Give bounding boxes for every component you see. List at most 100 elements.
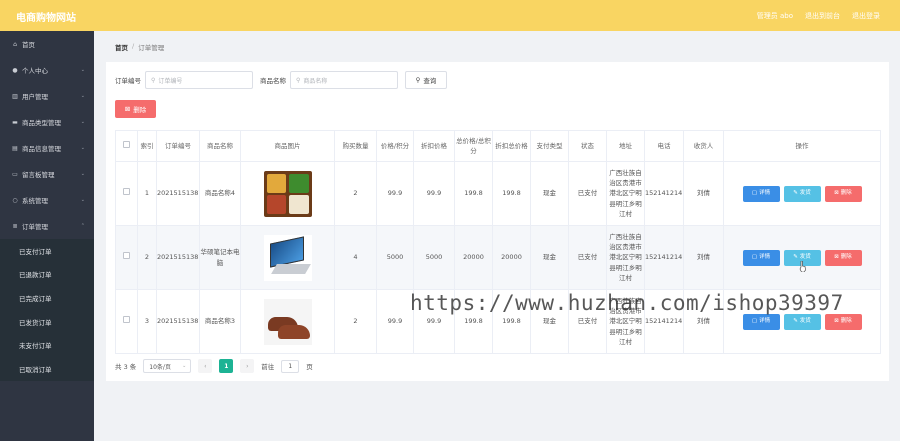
ship-label: 发货 (799, 318, 811, 325)
user-icon: ● (12, 66, 18, 74)
row-checkbox[interactable] (123, 188, 130, 196)
batch-delete-label: 删除 (133, 106, 147, 114)
cell-actions: ▢ 详情 ✎ 发货 ⊠ 删除 (723, 289, 881, 354)
chevron-down-icon: ⌄ (80, 119, 85, 125)
delete-button[interactable]: ⊠ 删除 (824, 249, 862, 266)
goto-page-input[interactable]: 1 (281, 359, 300, 373)
sidebar-item-products[interactable]: ▤ 商品信息管理 ⌄ (0, 135, 94, 161)
cell-address: 广西壮族自治区贵港市港北区宁明县明江乡明江村 (606, 289, 645, 354)
ship-button[interactable]: ✎ 发货 (783, 313, 821, 330)
edit-icon: ✎ (793, 318, 798, 325)
header-select-all[interactable] (115, 130, 138, 162)
sidebar-item-users[interactable]: ▥ 用户管理 ⌄ (0, 83, 94, 109)
cell-price: 99.9 (376, 289, 414, 354)
cell-address: 广西壮族自治区贵港市港北区宁明县明江乡明江村 (606, 161, 645, 226)
query-button[interactable]: ⚲ 查询 (405, 71, 447, 89)
search-icon: ⚲ (415, 76, 421, 84)
cell-image (240, 161, 335, 226)
cell-order-no: 2021515138746185763 (156, 161, 200, 226)
chevron-down-icon: ⌄ (182, 363, 187, 369)
sidebar-item-profile[interactable]: ● 个人中心 ⌄ (0, 57, 94, 83)
column-header: 商品图片 (240, 130, 335, 162)
detail-button[interactable]: ▢ 详情 (742, 185, 780, 202)
chevron-down-icon: ⌄ (80, 197, 85, 203)
page-number[interactable]: 1 (219, 359, 234, 373)
sidebar-subitem-unpaid[interactable]: 未支付订单 (0, 333, 94, 357)
sidebar-subitem-refunded[interactable]: 已退款订单 (0, 263, 94, 287)
orders-table: 索引 订单编号 商品名称 商品图片 购买数量 价格/积分 折扣价格 总价格/总积… (115, 130, 881, 354)
column-header: 折扣价格 (413, 130, 455, 162)
detail-button[interactable]: ▢ 详情 (742, 313, 780, 330)
detail-icon: ▢ (751, 318, 758, 325)
sidebar-item-label: 首页 (22, 41, 35, 49)
cell-index: 1 (137, 161, 157, 226)
sidebar-subitem-completed[interactable]: 已完成订单 (0, 286, 94, 310)
cell-discount-price: 99.9 (413, 289, 455, 354)
product-name-input[interactable]: ⚲ 商品名称 (290, 71, 398, 89)
sidebar-item-system[interactable]: ○ 系统管理 ⌄ (0, 187, 94, 213)
mouse-cursor-icon (799, 261, 806, 272)
sidebar-subitem-paid[interactable]: 已支付订单 (0, 239, 94, 263)
delete-button[interactable]: ⊠ 删除 (824, 185, 862, 202)
cell-status: 已支付 (568, 289, 607, 354)
ship-button[interactable]: ✎ 发货 (783, 185, 821, 202)
cell-address: 广西壮族自治区贵港市港北区宁明县明江乡明江村 (606, 225, 645, 290)
edit-icon: ✎ (793, 190, 798, 197)
sidebar-item-home[interactable]: ⌂ 首页 (0, 31, 94, 57)
cell-status: 已支付 (568, 161, 607, 226)
cell-actions: ▢ 详情 ✎ 发货 ⊠ 删除 (723, 161, 881, 226)
cell-price: 99.9 (376, 161, 414, 226)
next-page-button[interactable]: › (240, 359, 255, 373)
sidebar-item-product-types[interactable]: ▬ 商品类型管理 ⌄ (0, 109, 94, 135)
cell-discount-price: 5000 (413, 225, 455, 290)
breadcrumb-current: 订单管理 (138, 44, 165, 52)
sidebar-item-label: 商品类型管理 (22, 119, 61, 127)
cell-receiver: 刘倩 (683, 289, 724, 354)
logout-link[interactable]: 退出登录 (852, 11, 880, 21)
sidebar-item-label: 系统管理 (22, 197, 48, 205)
select-all-checkbox[interactable] (123, 140, 130, 148)
cell-status: 已支付 (568, 225, 607, 290)
sidebar-item-label: 订单管理 (22, 223, 48, 231)
admin-label: 管理员 abo (756, 12, 793, 20)
order-no-input[interactable]: ⚲ 订单编号 (145, 71, 253, 89)
detail-label: 详情 (759, 190, 771, 197)
delete-label: 删除 (840, 254, 852, 261)
order-icon: ≣ (12, 222, 18, 230)
delete-button[interactable]: ⊠ 删除 (824, 313, 862, 330)
column-header: 地址 (606, 130, 645, 162)
cell-discount-total: 199.8 (492, 289, 531, 354)
query-button-label: 查询 (423, 77, 437, 85)
edit-icon: ✎ (793, 254, 798, 261)
batch-delete-button[interactable]: ⊠ 删除 (115, 100, 156, 118)
cell-total: 20000 (454, 225, 493, 290)
chevron-down-icon: ⌄ (80, 67, 85, 73)
cell-discount-total: 20000 (492, 225, 531, 290)
column-header: 支付类型 (530, 130, 569, 162)
delete-label: 删除 (840, 318, 852, 325)
pagination: 共 3 条 10条/页 ⌄ ‹ 1 › 前往 1 页 (115, 359, 313, 373)
sidebar-item-label: 留言板管理 (22, 171, 55, 179)
detail-button[interactable]: ▢ 详情 (742, 249, 780, 266)
settings-icon: ○ (12, 196, 18, 204)
prev-page-button[interactable]: ‹ (198, 359, 213, 373)
sidebar-subitem-cancelled[interactable]: 已取消订单 (0, 357, 94, 381)
column-header: 收货人 (683, 130, 724, 162)
sidebar-subitem-shipped[interactable]: 已发货订单 (0, 310, 94, 334)
home-icon: ⌂ (13, 40, 17, 48)
cell-pay-type: 现金 (530, 225, 569, 290)
breadcrumb-home[interactable]: 首页 (115, 42, 128, 52)
total-count: 共 3 条 (115, 363, 137, 371)
row-checkbox[interactable] (123, 316, 130, 324)
folder-icon: ▬ (12, 118, 18, 126)
back-to-front-link[interactable]: 退出到前台 (805, 11, 840, 21)
row-checkbox[interactable] (123, 252, 130, 260)
site-title: 电商购物网站 (16, 13, 76, 24)
sidebar-item-messages[interactable]: ▭ 留言板管理 ⌄ (0, 161, 94, 187)
sidebar-item-orders[interactable]: ≣ 订单管理 ⌃ (0, 213, 94, 239)
cell-index: 3 (137, 289, 157, 354)
search-icon: ⚲ (151, 76, 156, 84)
sidebar-item-label: 个人中心 (22, 67, 48, 75)
cell-receiver: 刘倩 (683, 161, 724, 226)
page-size-select[interactable]: 10条/页 ⌄ (143, 359, 192, 373)
